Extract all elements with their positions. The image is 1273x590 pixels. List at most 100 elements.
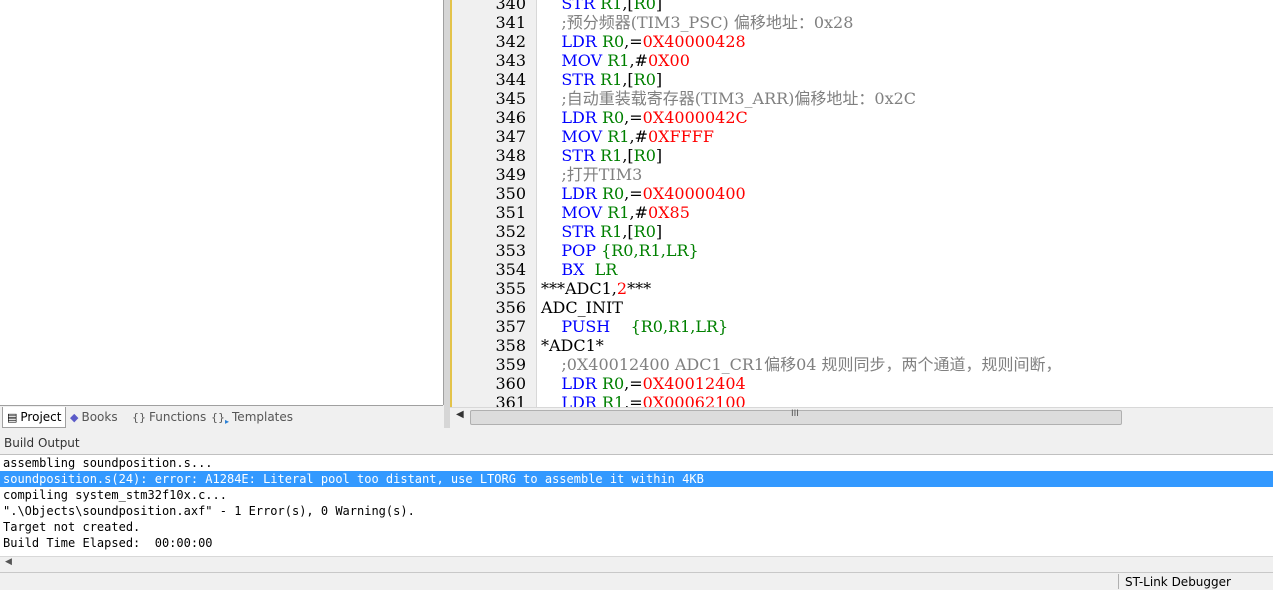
code-token: ,[	[622, 146, 634, 165]
code-token: R0	[633, 0, 656, 13]
code-token: ,[	[622, 222, 634, 241]
line-number: 342	[495, 32, 526, 51]
line-number: 346	[495, 108, 526, 127]
project-panel[interactable]	[0, 0, 444, 405]
line-number: 340	[495, 0, 526, 13]
code-token: R1	[600, 146, 623, 165]
templates-icon: {}▸	[211, 411, 230, 427]
code-line[interactable]: 348 STR R1,[R0]	[452, 146, 1273, 165]
scroll-left-arrow-icon[interactable]: ◀	[5, 557, 12, 567]
build-output-line-selected[interactable]: soundposition.s(24): error: A1284E: Lite…	[0, 471, 1273, 487]
tab-books[interactable]: ◆ Books	[66, 407, 122, 427]
code-line[interactable]: 361 LDR R1,=0X00062100	[452, 393, 1273, 407]
code-token: ]	[655, 222, 663, 241]
line-number: 359	[495, 355, 526, 374]
code-token: 0X40012404	[642, 374, 746, 393]
code-text: STR R1,[R0]	[541, 0, 662, 13]
code-token: ;打开TIM3	[541, 165, 643, 184]
code-token: R1	[607, 51, 630, 70]
code-line[interactable]: 358 *ADC1*	[452, 336, 1273, 355]
code-line[interactable]: 355 ***ADC1,2***	[452, 279, 1273, 298]
project-icon: ▤	[7, 411, 18, 424]
scrollbar-thumb[interactable]: III	[470, 409, 1122, 425]
code-line[interactable]: 342 LDR R0,=0X40000428	[452, 32, 1273, 51]
status-bar: ST-Link Debugger	[0, 572, 1273, 590]
code-token: MOV	[541, 203, 608, 222]
code-line[interactable]: 343 MOV R1,#0X00	[452, 51, 1273, 70]
code-line[interactable]: 345 ;自动重装载寄存器(TIM3_ARR)偏移地址：0x2C	[452, 89, 1273, 108]
code-token: ;0X40012400 ADC1_CR1偏移04 规则同步，两个通道，规则间断，	[541, 355, 1062, 374]
code-line[interactable]: 354 BX LR	[452, 260, 1273, 279]
code-token: R0	[633, 146, 656, 165]
code-line[interactable]: 350 LDR R0,=0X40000400	[452, 184, 1273, 203]
code-token: ,[	[622, 0, 634, 13]
code-token: ,#	[629, 203, 648, 222]
code-line[interactable]: 344 STR R1,[R0]	[452, 70, 1273, 89]
code-text: ADC_INIT	[541, 298, 623, 317]
code-token: ,#	[629, 51, 648, 70]
build-output-horizontal-scrollbar[interactable]: ◀	[0, 556, 1273, 572]
code-line[interactable]: 346 LDR R0,=0X4000042C	[452, 108, 1273, 127]
line-number: 355	[495, 279, 526, 298]
code-token: LDR	[541, 393, 602, 407]
code-token: STR	[541, 0, 601, 13]
books-icon: ◆	[70, 411, 79, 424]
tab-project[interactable]: ▤ Project	[2, 407, 67, 428]
code-text: LDR R0,=0X40012404	[541, 374, 746, 393]
code-token: 0X00062100	[642, 393, 746, 407]
code-token: R0	[601, 374, 625, 393]
code-token: PUSH	[541, 317, 631, 336]
line-number: 345	[495, 89, 526, 108]
editor-horizontal-scrollbar[interactable]: ◀ III	[450, 407, 1273, 426]
code-text: PUSH {R0,R1,LR}	[541, 317, 728, 336]
code-line[interactable]: 360 LDR R0,=0X40012404	[452, 374, 1273, 393]
tab-functions[interactable]: {} Functions	[128, 407, 210, 427]
code-line[interactable]: 351 MOV R1,#0X85	[452, 203, 1273, 222]
line-number: 343	[495, 51, 526, 70]
code-line[interactable]: 357 PUSH {R0,R1,LR}	[452, 317, 1273, 336]
code-editor[interactable]: 340 STR R1,[R0] 341 ;预分频器(TIM3_PSC) 偏移地址：…	[450, 0, 1273, 407]
code-token: BX	[541, 260, 595, 279]
code-token: LDR	[541, 32, 602, 51]
line-number: 348	[495, 146, 526, 165]
code-line[interactable]: 352 STR R1,[R0]	[452, 222, 1273, 241]
code-token: ***	[627, 279, 652, 298]
code-token: ,=	[624, 32, 643, 51]
code-token: R0	[633, 70, 656, 89]
code-text: LDR R0,=0X4000042C	[541, 108, 748, 127]
status-separator	[1118, 574, 1119, 589]
line-number: 360	[495, 374, 526, 393]
build-output-line[interactable]: ".\Objects\soundposition.axf" - 1 Error(…	[0, 503, 1273, 519]
code-text: *ADC1*	[541, 336, 604, 355]
line-number: 357	[495, 317, 526, 336]
line-number: 361	[495, 393, 526, 407]
code-text: LDR R0,=0X40000428	[541, 32, 745, 51]
build-output-line[interactable]: compiling system_stm32f10x.c...	[0, 487, 1273, 503]
line-number: 344	[495, 70, 526, 89]
code-line[interactable]: 349 ;打开TIM3	[452, 165, 1273, 184]
line-number: 353	[495, 241, 526, 260]
code-token: ]	[655, 0, 663, 13]
code-token: R1	[607, 203, 630, 222]
code-token: R1	[600, 70, 623, 89]
scroll-left-arrow-icon[interactable]: ◀	[456, 409, 464, 420]
code-line[interactable]: 341 ;预分频器(TIM3_PSC) 偏移地址：0x28	[452, 13, 1273, 32]
build-output-line[interactable]: assembling soundposition.s...	[0, 455, 1273, 471]
code-token: 0X4000042C	[642, 108, 748, 127]
code-line[interactable]: 359 ;0X40012400 ADC1_CR1偏移04 规则同步，两个通道，规…	[452, 355, 1273, 374]
build-output-line[interactable]: Build Time Elapsed: 00:00:00	[0, 535, 1273, 551]
code-token: ,=	[624, 184, 643, 203]
code-line[interactable]: 347 MOV R1,#0XFFFF	[452, 127, 1273, 146]
code-token: 0X00	[647, 51, 690, 70]
code-line[interactable]: 353 POP {R0,R1,LR}	[452, 241, 1273, 260]
tab-templates[interactable]: {}▸ Templates	[207, 407, 297, 427]
code-text: STR R1,[R0]	[541, 70, 662, 89]
code-line[interactable]: 356 ADC_INIT	[452, 298, 1273, 317]
code-token: R0	[601, 184, 625, 203]
code-text: POP {R0,R1,LR}	[541, 241, 698, 260]
code-line[interactable]: 340 STR R1,[R0]	[452, 0, 1273, 13]
line-number: 351	[495, 203, 526, 222]
build-output-panel[interactable]: assembling soundposition.s... soundpositi…	[0, 454, 1273, 557]
code-text: STR R1,[R0]	[541, 222, 662, 241]
build-output-line[interactable]: Target not created.	[0, 519, 1273, 535]
